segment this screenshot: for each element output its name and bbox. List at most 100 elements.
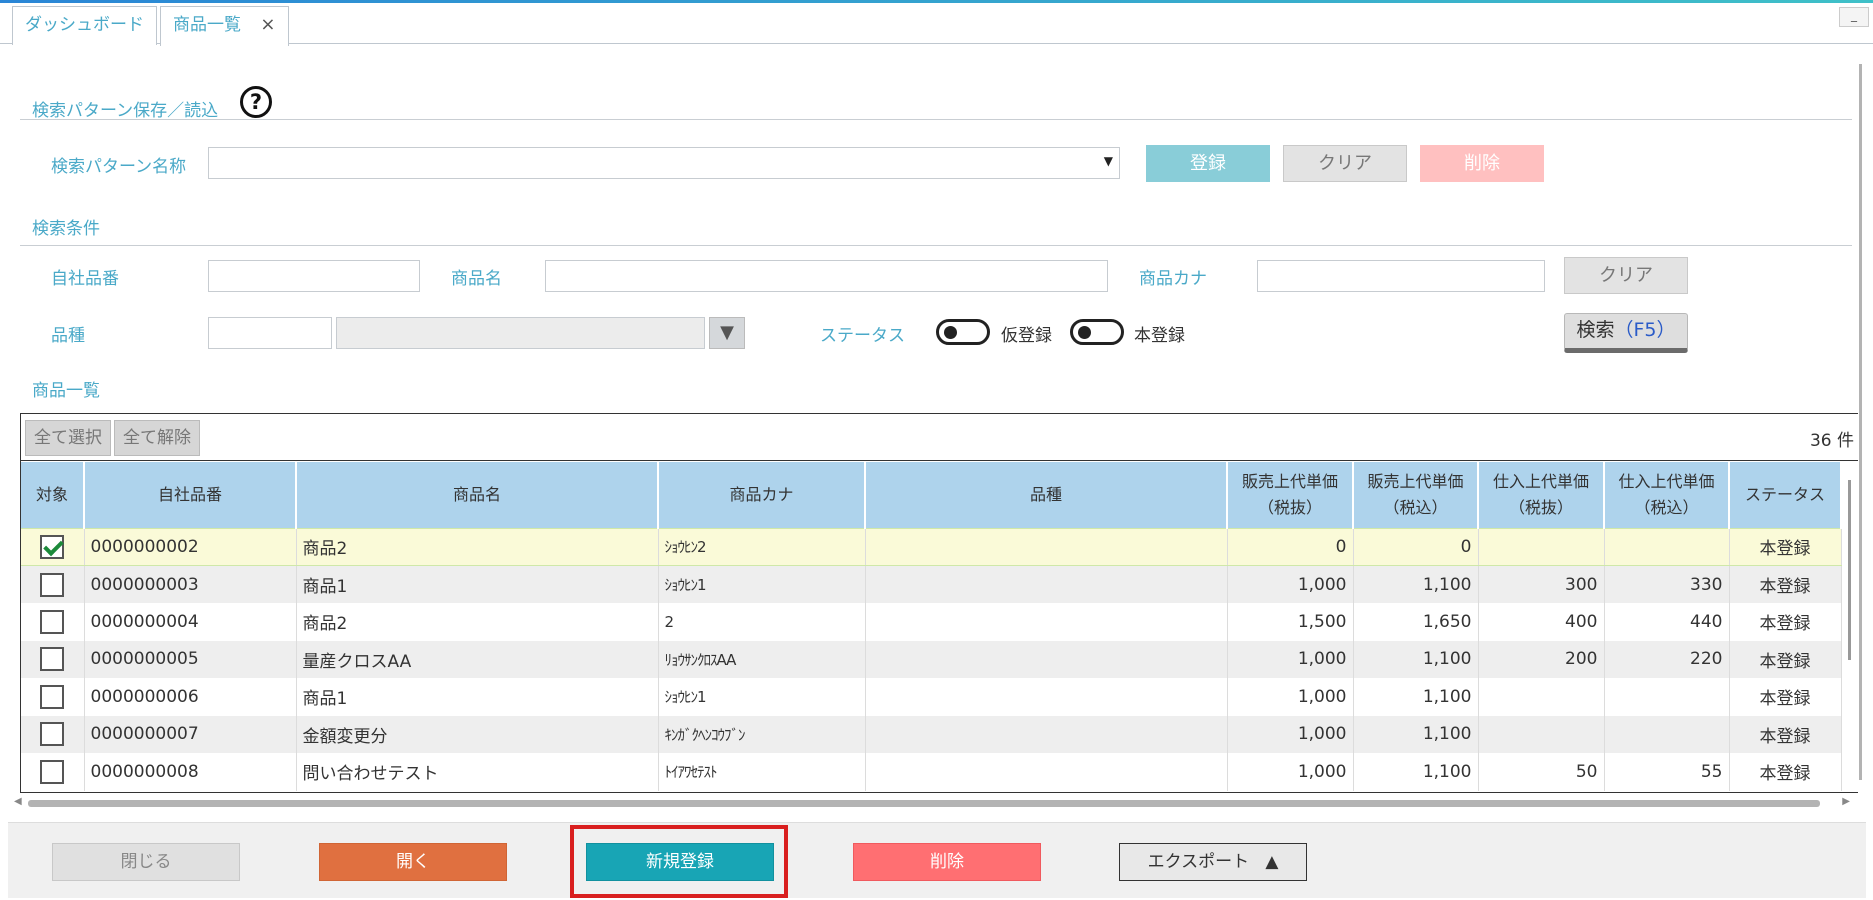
row-checkbox[interactable]	[40, 722, 65, 747]
help-icon[interactable]: ?	[240, 86, 272, 118]
search-button[interactable]: 検索（F5）	[1564, 313, 1688, 353]
category-dropdown-button[interactable]: ▼	[709, 317, 745, 349]
cell-category	[865, 715, 1228, 753]
grid-vertical-scroll-thumb[interactable]	[1848, 480, 1851, 660]
cell-sale-ex: 1,000	[1227, 715, 1354, 753]
cell-buy-in	[1604, 527, 1730, 566]
tab-close-icon[interactable]: ×	[260, 14, 275, 35]
cell-name: 商品2	[296, 603, 659, 641]
pattern-delete-button[interactable]: 削除	[1420, 145, 1544, 182]
cell-status: 本登録	[1729, 678, 1842, 716]
header-sale-price-in[interactable]: 販売上代単価 （税込）	[1353, 462, 1479, 528]
product-grid: 全て選択 全て解除 36 件 対象 自社品番 商品名 商品カナ 品種 販売上代単…	[20, 413, 1858, 793]
table-row[interactable]: 0000000005 量産クロスAA ﾘｮｳｻﾝｸﾛｽAA 1,000 1,10…	[21, 640, 1842, 678]
cell-sale-ex: 1,000	[1227, 753, 1354, 791]
product-code-input[interactable]	[208, 260, 420, 292]
pattern-name-select[interactable]: ▼	[208, 147, 1120, 179]
cell-code: 0000000007	[84, 715, 297, 753]
chevron-down-icon: ▼	[1103, 154, 1113, 168]
header-target[interactable]: 対象	[21, 462, 85, 528]
header-sale-price-ex[interactable]: 販売上代単価 （税抜）	[1227, 462, 1354, 528]
scroll-right-icon[interactable]: ▶	[1842, 796, 1850, 807]
row-checkbox-cell	[21, 527, 85, 566]
search-button-label: 検索	[1576, 319, 1615, 341]
deselect-all-button[interactable]: 全て解除	[114, 420, 200, 456]
cell-sale-ex: 1,000	[1227, 678, 1354, 716]
header-status[interactable]: ステータス	[1729, 462, 1842, 528]
table-row[interactable]: 0000000004 商品2 2 1,500 1,650 400 440 本登録	[21, 603, 1842, 641]
product-code-label: 自社品番	[51, 269, 119, 289]
table-row[interactable]: 0000000006 商品1 ｼｮｳﾋﾝ1 1,000 1,100 本登録	[21, 678, 1842, 716]
delete-button[interactable]: 削除	[853, 843, 1041, 881]
cell-buy-in: 440	[1604, 603, 1730, 641]
table-row[interactable]: 0000000007 金額変更分 ｷﾝｶﾞｸﾍﾝｺｳﾌﾞﾝ 1,000 1,10…	[21, 715, 1842, 753]
status-temp-toggle[interactable]	[936, 319, 990, 345]
pattern-register-button[interactable]: 登録	[1146, 145, 1270, 182]
cell-buy-ex: 400	[1478, 603, 1605, 641]
cell-kana: 2	[658, 603, 866, 641]
header-buy-ex-line2: （税抜）	[1508, 497, 1573, 517]
header-code[interactable]: 自社品番	[84, 462, 297, 528]
table-header-row: 対象 自社品番 商品名 商品カナ 品種 販売上代単価 （税抜） 販売上代単価 （税込…	[21, 462, 1842, 528]
table-row[interactable]: 0000000002 商品2 ｼｮｳﾋﾝ2 0 0 本登録	[21, 527, 1842, 566]
cell-status: 本登録	[1729, 640, 1842, 678]
row-checkbox[interactable]	[40, 759, 65, 784]
cell-sale-in: 1,100	[1353, 715, 1479, 753]
cell-status: 本登録	[1729, 527, 1842, 566]
scroll-left-icon[interactable]: ◀	[14, 796, 22, 807]
product-name-input[interactable]	[545, 260, 1108, 292]
pattern-clear-button[interactable]: クリア	[1283, 145, 1407, 182]
status-main-toggle[interactable]	[1070, 319, 1124, 345]
row-checkbox[interactable]	[40, 647, 65, 672]
row-checkbox[interactable]	[40, 609, 65, 634]
cell-code: 0000000003	[84, 565, 297, 603]
cell-buy-in	[1604, 715, 1730, 753]
row-checkbox[interactable]	[40, 684, 65, 709]
page-vertical-scrollbar[interactable]	[1856, 64, 1866, 784]
cell-code: 0000000006	[84, 678, 297, 716]
result-count: 36 件	[1809, 431, 1854, 451]
cell-name: 問い合わせテスト	[296, 753, 659, 791]
tab-product-list[interactable]: 商品一覧 ×	[160, 6, 289, 46]
header-category[interactable]: 品種	[865, 462, 1228, 528]
cell-sale-in: 1,100	[1353, 678, 1479, 716]
header-sale-ex-line1: 販売上代単価	[1241, 471, 1338, 491]
header-sale-in-line1: 販売上代単価	[1367, 471, 1464, 491]
status-main-label: 本登録	[1134, 326, 1185, 346]
cell-buy-ex: 300	[1478, 565, 1605, 603]
header-name[interactable]: 商品名	[296, 462, 659, 528]
header-buy-price-ex[interactable]: 仕入上代単価 （税抜）	[1478, 462, 1605, 528]
product-kana-input[interactable]	[1257, 260, 1545, 292]
grid-horizontal-scroll-thumb[interactable]	[28, 800, 1820, 807]
export-button[interactable]: エクスポート ▲	[1119, 843, 1307, 881]
cell-sale-ex: 1,500	[1227, 603, 1354, 641]
close-button[interactable]: 閉じる	[52, 843, 240, 881]
row-checkbox[interactable]	[40, 572, 65, 597]
table-row[interactable]: 0000000003 商品1 ｼｮｳﾋﾝ1 1,000 1,100 300 33…	[21, 565, 1842, 603]
row-checkbox[interactable]	[40, 534, 65, 559]
grid-horizontal-scrollbar[interactable]: ◀ ▶	[14, 796, 1850, 808]
cell-code: 0000000005	[84, 640, 297, 678]
conditions-divider	[20, 245, 1852, 246]
header-buy-price-in[interactable]: 仕入上代単価 （税込）	[1604, 462, 1730, 528]
header-buy-in-line1: 仕入上代単価	[1618, 471, 1715, 491]
header-sale-ex-line2: （税抜）	[1257, 497, 1322, 517]
cell-buy-ex	[1478, 715, 1605, 753]
cell-sale-ex: 0	[1227, 527, 1354, 566]
row-checkbox-cell	[21, 678, 85, 716]
open-button[interactable]: 開く	[319, 843, 507, 881]
category-code-input[interactable]	[208, 317, 332, 349]
category-label: 品種	[51, 326, 85, 346]
grid-vertical-scrollbar[interactable]	[1844, 470, 1856, 790]
page-vertical-scroll-thumb[interactable]	[1859, 64, 1862, 780]
table-row[interactable]: 0000000008 問い合わせテスト ﾄｲｱﾜｾﾃｽﾄ 1,000 1,100…	[21, 753, 1842, 791]
header-buy-in-line2: （税込）	[1634, 497, 1699, 517]
cell-buy-in: 220	[1604, 640, 1730, 678]
tab-dashboard[interactable]: ダッシュボード	[12, 6, 157, 45]
minimize-button[interactable]: _	[1839, 7, 1869, 27]
header-kana[interactable]: 商品カナ	[658, 462, 866, 528]
cell-category	[865, 640, 1228, 678]
cell-category	[865, 527, 1228, 566]
select-all-button[interactable]: 全て選択	[25, 420, 111, 456]
conditions-clear-button[interactable]: クリア	[1564, 257, 1688, 294]
